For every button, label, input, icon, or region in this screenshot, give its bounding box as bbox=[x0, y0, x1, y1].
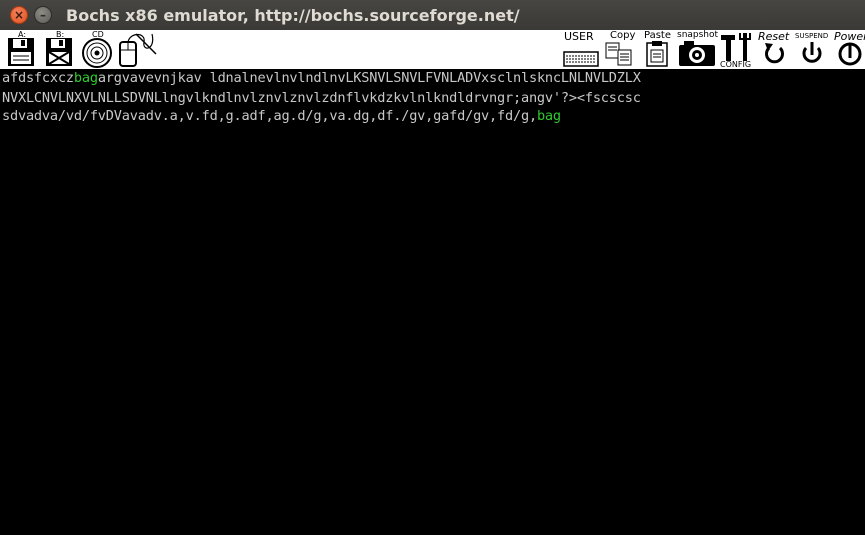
user-button[interactable]: USER bbox=[562, 30, 600, 69]
suspend-button[interactable]: SUSPEND bbox=[794, 30, 832, 69]
minimize-icon: – bbox=[40, 8, 46, 22]
paste-button[interactable]: Paste bbox=[640, 30, 676, 69]
reset-label: Reset bbox=[758, 30, 790, 43]
power-label: Power bbox=[834, 30, 865, 43]
highlighted-word: bag bbox=[536, 108, 561, 124]
config-button[interactable]: CONFIG bbox=[718, 30, 756, 69]
cdrom-button[interactable]: CD bbox=[80, 30, 116, 69]
floppy-b-button[interactable]: B: bbox=[42, 30, 78, 69]
floppy-b-label: B: bbox=[56, 30, 65, 39]
floppy-a-button[interactable]: A: bbox=[4, 30, 40, 69]
close-icon: × bbox=[13, 8, 25, 22]
screen-line-1-text-a: afdsfcxcz bbox=[2, 70, 74, 86]
cdrom-label: CD bbox=[92, 30, 104, 39]
screen-line-3-text-a: sdvadva/vd/fvDVavadv.a,v.fd,g.adf,ag.d/g… bbox=[2, 108, 537, 124]
screen-line-3: sdvadva/vd/fvDVavadv.a,v.fd,g.adf,ag.d/g… bbox=[2, 108, 561, 124]
config-label: CONFIG bbox=[720, 60, 752, 69]
title-bar: × – Bochs x86 emulator, http://bochs.sou… bbox=[0, 0, 865, 30]
power-button[interactable]: Power bbox=[832, 30, 865, 69]
minimize-button[interactable]: – bbox=[34, 6, 52, 24]
copy-button[interactable]: Copy bbox=[602, 30, 638, 69]
bochs-toolbar: A: B: CD USER Copy Paste snapshot CONFIG… bbox=[0, 30, 865, 70]
window-title: Bochs x86 emulator, http://bochs.sourcef… bbox=[66, 5, 520, 25]
user-label: USER bbox=[564, 30, 594, 43]
screen-line-1-text-b: argvavevnjkav ldnalnevlnvlndlnvLKSNVLSNV… bbox=[97, 70, 641, 86]
snapshot-button[interactable]: snapshot bbox=[676, 30, 718, 69]
close-button[interactable]: × bbox=[10, 6, 28, 24]
copy-label: Copy bbox=[610, 30, 636, 41]
screen-line-2: NVXLCNVLNXVLNLLSDVNLlngvlkndlnvlznvlznvl… bbox=[2, 90, 641, 106]
paste-label: Paste bbox=[644, 30, 671, 41]
suspend-label: SUSPEND bbox=[795, 32, 829, 40]
mouse-capture-button[interactable] bbox=[116, 30, 158, 69]
floppy-a-label: A: bbox=[18, 30, 27, 39]
mouse-icon bbox=[119, 33, 157, 67]
screen-line-1: afdsfcxczbagargvavevnjkav ldnalnevlnvlnd… bbox=[2, 70, 641, 86]
emulator-display[interactable]: afdsfcxczbagargvavevnjkav ldnalnevlnvlnd… bbox=[0, 70, 865, 535]
snapshot-label: snapshot bbox=[677, 30, 719, 40]
highlighted-word: bag bbox=[73, 70, 98, 86]
reset-button[interactable]: Reset bbox=[756, 30, 794, 69]
